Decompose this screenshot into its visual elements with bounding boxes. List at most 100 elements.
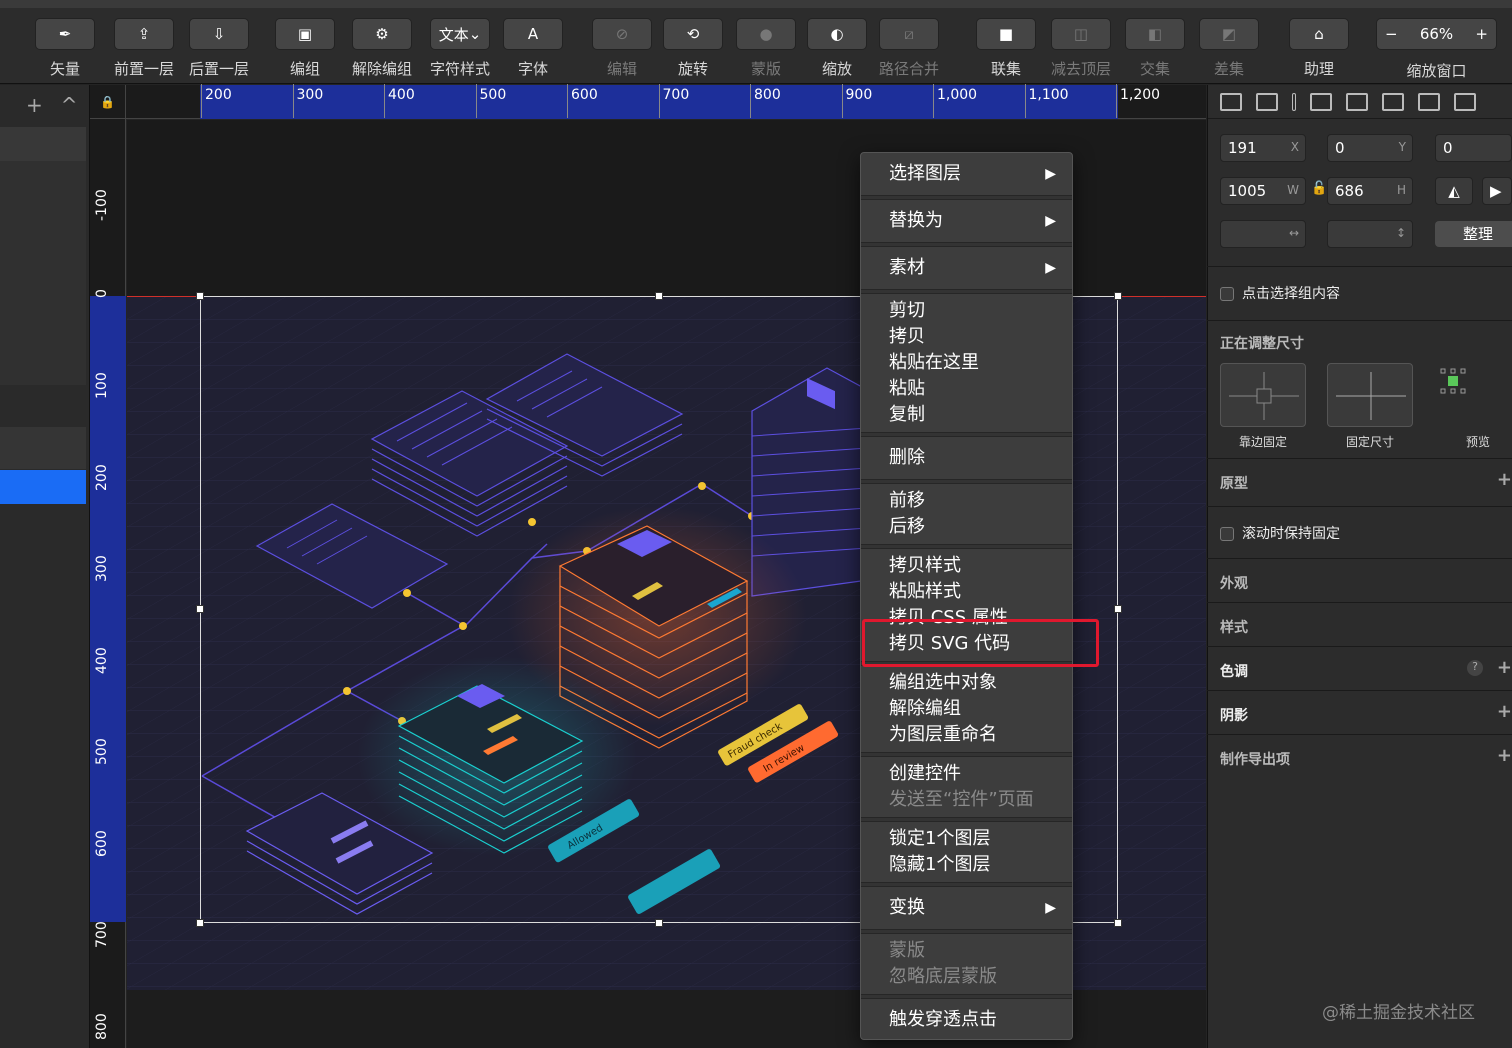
- style-section[interactable]: 样式: [1207, 602, 1512, 646]
- field-empty[interactable]: ↕: [1327, 220, 1413, 248]
- preview-grid-icon[interactable]: [1440, 368, 1466, 394]
- preview-label: 预览: [1465, 435, 1490, 449]
- fix-scroll-row[interactable]: 滚动时保持固定: [1207, 506, 1512, 558]
- resize-handle[interactable]: [1114, 605, 1122, 613]
- rotation-field[interactable]: 0: [1435, 134, 1512, 162]
- align-left-icon[interactable]: [1220, 92, 1242, 111]
- toolbar-bring-forward-button[interactable]: ⇪ 前置一层: [107, 18, 181, 79]
- menu-item[interactable]: 复制: [861, 402, 1072, 428]
- align-right-icon[interactable]: [1418, 92, 1440, 111]
- resize-handle[interactable]: [1114, 292, 1122, 300]
- flip-vertical-icon[interactable]: ▶: [1482, 177, 1512, 205]
- zoom-control[interactable]: − 66% +: [1376, 18, 1497, 50]
- fix-scroll-checkbox[interactable]: [1220, 527, 1234, 541]
- x-field[interactable]: 191 X: [1220, 134, 1306, 162]
- toolbar-font-button[interactable]: A 字体: [496, 18, 570, 79]
- zoom-in-icon[interactable]: +: [1475, 25, 1488, 43]
- click-select-row[interactable]: 点击选择组内容: [1207, 266, 1512, 320]
- toolbar-edit-button[interactable]: ⊘ 编辑: [585, 18, 659, 79]
- appearance-section[interactable]: 外观: [1207, 558, 1512, 602]
- toolbar-group-button[interactable]: ▣ 编组: [268, 18, 342, 79]
- menu-item[interactable]: 隐藏1个图层: [861, 852, 1072, 878]
- vertical-ruler[interactable]: -100 0 100 200 300 400 500 600 700 800: [90, 119, 126, 1048]
- resize-handle[interactable]: [655, 919, 663, 927]
- menu-item[interactable]: 锁定1个图层: [861, 826, 1072, 852]
- toolbar-mask-button[interactable]: ● 蒙版: [729, 18, 803, 79]
- menu-item[interactable]: 粘贴: [861, 376, 1072, 402]
- add-shadow-icon[interactable]: +: [1497, 701, 1512, 722]
- menu-item[interactable]: 创建控件: [861, 761, 1072, 787]
- menu-item[interactable]: 删除: [861, 441, 1072, 475]
- layer-row[interactable]: [0, 127, 86, 161]
- toolbar-flatten-button[interactable]: ⧄ 路径合并: [872, 18, 946, 79]
- toolbar-ungroup-button[interactable]: ⚙ 解除编组: [345, 18, 419, 79]
- menu-item[interactable]: 替换为 ▶: [861, 204, 1072, 238]
- distribute-horizontal-icon[interactable]: [1454, 92, 1476, 111]
- resize-handle[interactable]: [196, 605, 204, 613]
- y-field[interactable]: 0Y: [1327, 134, 1413, 162]
- add-export-icon[interactable]: +: [1497, 745, 1512, 766]
- layer-row[interactable]: [0, 385, 86, 427]
- toolbar-union-button[interactable]: ■ 联集: [969, 18, 1043, 79]
- pin-edges-box[interactable]: [1220, 363, 1306, 427]
- menu-item[interactable]: 触发穿透点击: [861, 1003, 1072, 1037]
- resize-handle[interactable]: [1114, 919, 1122, 927]
- add-prototype-icon[interactable]: +: [1497, 469, 1512, 490]
- field-empty[interactable]: ↔: [1220, 220, 1306, 248]
- click-select-checkbox[interactable]: [1220, 287, 1234, 301]
- help-icon[interactable]: ?: [1467, 660, 1483, 676]
- add-tint-icon[interactable]: +: [1497, 657, 1512, 678]
- tint-section[interactable]: 色调? +: [1207, 646, 1512, 690]
- toolbar-subtract-button[interactable]: ◫ 减去顶层: [1044, 18, 1118, 79]
- collapse-icon[interactable]: ^: [61, 93, 78, 117]
- menu-item[interactable]: 剪切: [861, 298, 1072, 324]
- menu-item[interactable]: 前移: [861, 488, 1072, 514]
- toolbar-send-backward-button[interactable]: ⇩ 后置一层: [182, 18, 256, 79]
- zoom-out-icon[interactable]: −: [1385, 25, 1398, 43]
- ruler-lock-icon[interactable]: 🔒: [90, 85, 126, 119]
- toolbar-pen-button[interactable]: ✒ 矢量: [28, 18, 102, 79]
- add-page-icon[interactable]: +: [26, 93, 43, 117]
- shadow-section[interactable]: 阴影 +: [1207, 690, 1512, 734]
- height-field[interactable]: 686 H: [1327, 177, 1413, 205]
- toolbar-text-style-button[interactable]: 文本 ⌄ 字符样式: [423, 18, 497, 79]
- toolbar-rotate-button[interactable]: ⟲ 旋转: [656, 18, 730, 79]
- layer-row[interactable]: [0, 427, 86, 469]
- intersect-icon: ◧: [1147, 25, 1163, 43]
- export-section[interactable]: 制作导出项 +: [1207, 734, 1512, 778]
- toolbar-assistant-button[interactable]: ⌂ 助理: [1282, 18, 1356, 79]
- menu-item[interactable]: 后移: [861, 514, 1072, 540]
- menu-item[interactable]: 为图层重命名: [861, 722, 1072, 748]
- layer-row[interactable]: [0, 161, 86, 385]
- menu-item[interactable]: 粘贴在这里: [861, 350, 1072, 376]
- distribute-icon[interactable]: [1292, 92, 1296, 111]
- menu-item[interactable]: 拷贝: [861, 324, 1072, 350]
- align-top-icon[interactable]: [1310, 92, 1332, 111]
- align-bottom-icon[interactable]: [1382, 92, 1404, 111]
- toolbar-scale-button[interactable]: ◐ 缩放: [800, 18, 874, 79]
- fix-size-box[interactable]: [1327, 363, 1413, 427]
- menu-item[interactable]: 素材 ▶: [861, 251, 1072, 285]
- layer-row-selected[interactable]: [0, 470, 86, 504]
- resize-handle[interactable]: [655, 292, 663, 300]
- menu-item[interactable]: 拷贝样式: [861, 553, 1072, 579]
- resize-handle[interactable]: [196, 919, 204, 927]
- flip-horizontal-icon[interactable]: ◭: [1435, 177, 1473, 205]
- toolbar-intersect-button[interactable]: ◧ 交集: [1118, 18, 1192, 79]
- align-middle-icon[interactable]: [1346, 92, 1368, 111]
- toolbar-label: 差集: [1213, 60, 1244, 78]
- prototype-section[interactable]: 原型 +: [1207, 458, 1512, 506]
- toolbar-label: 助理: [1303, 60, 1334, 78]
- width-field[interactable]: 1005 W: [1220, 177, 1306, 205]
- menu-item[interactable]: 选择图层 ▶: [861, 157, 1072, 191]
- menu-item[interactable]: 变换 ▶: [861, 891, 1072, 925]
- menu-item[interactable]: 解除编组: [861, 696, 1072, 722]
- lock-ratio-icon[interactable]: 🔓: [1311, 181, 1327, 196]
- toolbar-difference-button[interactable]: ◩ 差集: [1192, 18, 1266, 79]
- align-center-icon[interactable]: [1256, 92, 1278, 111]
- tidy-button[interactable]: 整理: [1435, 221, 1512, 247]
- horizontal-ruler[interactable]: 200 300 400 500 600 700 800 900 1,000 1,100 1,200: [126, 84, 1206, 119]
- menu-item[interactable]: 编组选中对象: [861, 670, 1072, 696]
- menu-item[interactable]: 粘贴样式: [861, 579, 1072, 605]
- resize-handle[interactable]: [196, 292, 204, 300]
